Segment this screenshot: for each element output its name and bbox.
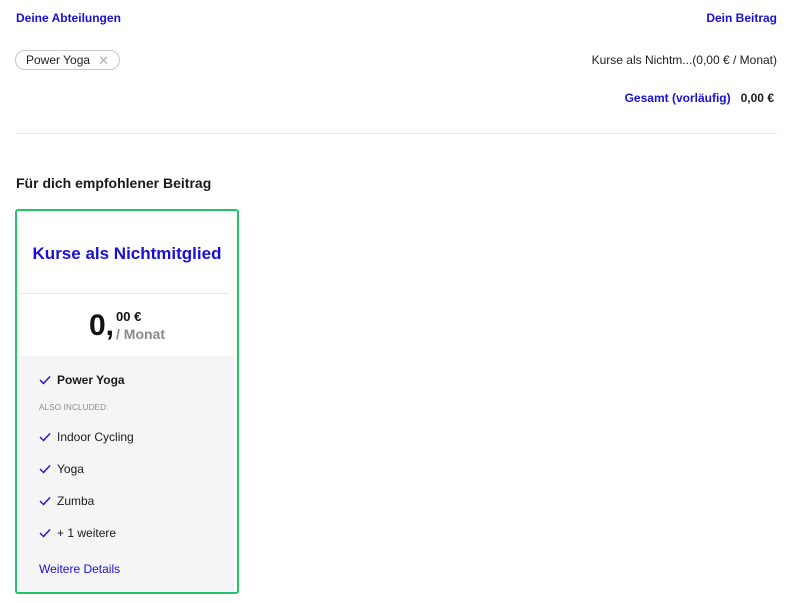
details-link[interactable]: Weitere Details (39, 562, 120, 576)
price-main: 0, (88, 309, 115, 342)
card-divider (19, 293, 229, 294)
feature-label: Indoor Cycling (57, 430, 134, 444)
contribution-line: Kurse als Nichtm...(0,00 € / Monat) (591, 53, 777, 67)
feature-label: Zumba (57, 494, 95, 508)
feature-label: + 1 weitere (57, 526, 117, 540)
page: Deine Abteilungen Dein Beitrag Power Yog… (0, 0, 795, 603)
plan-card[interactable]: Kurse als Nichtmitglied 0, 00 € / Monat … (15, 209, 239, 594)
department-chip: Power Yoga ✕ (15, 50, 120, 70)
check-icon (39, 376, 51, 385)
plan-title: Kurse als Nichtmitglied (32, 244, 222, 263)
total-value: 0,00 € (740, 91, 774, 105)
check-icon (39, 497, 51, 506)
feature-label: Yoga (57, 462, 84, 476)
feature-list: Power Yoga ALSO INCLUDED: Indoor Cycling… (19, 356, 235, 592)
check-icon (39, 465, 51, 474)
also-included-label: ALSO INCLUDED: (39, 403, 109, 412)
departments-heading[interactable]: Deine Abteilungen (16, 11, 121, 25)
section-title: Für dich empfohlener Beitrag (16, 175, 212, 191)
divider (16, 133, 777, 134)
feature-item: Yoga (39, 462, 84, 476)
department-chip-label: Power Yoga (26, 53, 91, 67)
feature-item: + 1 weitere (39, 526, 116, 540)
feature-item: Indoor Cycling (39, 430, 134, 444)
plan-price: 0, 00 € / Monat (17, 308, 237, 344)
feature-item: Zumba (39, 494, 94, 508)
total-label: Gesamt (vorläufig) (624, 91, 731, 105)
feature-label: Power Yoga (57, 373, 125, 387)
total-row: Gesamt (vorläufig) 0,00 € (625, 91, 774, 105)
check-icon (39, 433, 51, 442)
feature-item: Power Yoga (39, 373, 125, 387)
close-icon[interactable]: ✕ (98, 54, 109, 67)
price-period: / Monat (116, 326, 166, 342)
check-icon (39, 529, 51, 538)
price-cents: 00 € (116, 309, 142, 324)
contribution-heading[interactable]: Dein Beitrag (706, 11, 777, 25)
